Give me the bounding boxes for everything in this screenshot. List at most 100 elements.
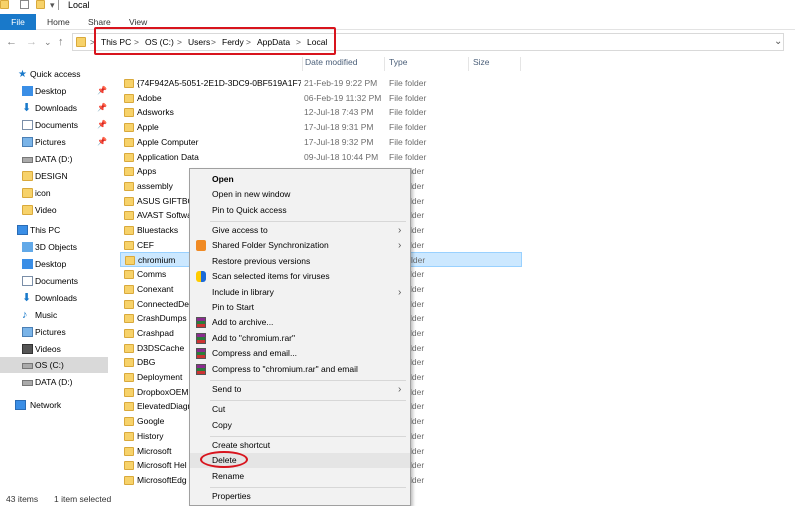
- menu-item-rename[interactable]: Rename: [190, 469, 410, 484]
- folder-icon: [124, 343, 134, 353]
- nav-videos[interactable]: Videos: [0, 341, 108, 357]
- menu-item-add-archive[interactable]: Add to archive...: [190, 315, 410, 330]
- nav-pictures-pc[interactable]: Pictures: [0, 324, 108, 340]
- file-row[interactable]: Apple 17-Jul-18 9:31 PM File folder: [120, 120, 522, 135]
- column-header-date[interactable]: Date modified: [305, 57, 357, 71]
- column-divider[interactable]: [520, 57, 521, 71]
- star-icon: ★: [18, 69, 27, 80]
- nav-documents[interactable]: Documents 📌: [0, 117, 108, 133]
- menu-item-compress-rar-email[interactable]: Compress to "chromium.rar" and email: [190, 362, 410, 377]
- column-header-size[interactable]: Size: [473, 57, 490, 71]
- file-type: lder: [410, 180, 425, 191]
- file-type: File folder: [389, 107, 427, 118]
- menu-label: Compress and email...: [212, 348, 298, 358]
- column-divider[interactable]: [468, 57, 469, 71]
- menu-item-cut[interactable]: Cut: [190, 402, 410, 417]
- folder-icon: [76, 37, 86, 47]
- nav-data-d[interactable]: DATA (D:): [0, 151, 108, 167]
- menu-item-open[interactable]: Open: [190, 172, 410, 187]
- back-arrow-icon[interactable]: ←: [6, 36, 17, 48]
- nav-label: Music: [35, 310, 58, 320]
- file-row[interactable]: {74F942A5-5051-2E1D-3DC9-0BF519A1F7... 21…: [120, 76, 522, 91]
- tab-file[interactable]: File: [0, 14, 36, 30]
- menu-item-include-library[interactable]: Include in library ›: [190, 285, 410, 300]
- up-arrow-icon[interactable]: ↑: [58, 36, 64, 48]
- menu-label: Rename: [212, 471, 245, 481]
- pin-icon[interactable]: 📌: [97, 117, 107, 133]
- menu-label: Open in new window: [212, 189, 291, 199]
- file-type: lder: [410, 372, 425, 382]
- nav-data-d-pc[interactable]: DATA (D:): [0, 374, 108, 390]
- nav-label: icon: [35, 188, 51, 198]
- nav-desktop-pc[interactable]: Desktop: [0, 256, 108, 272]
- menu-item-pin-quick-access[interactable]: Pin to Quick access: [190, 203, 410, 218]
- menu-item-scan-viruses[interactable]: Scan selected items for viruses: [190, 269, 410, 284]
- nav-documents-pc[interactable]: Documents: [0, 273, 108, 289]
- file-type: lder: [410, 460, 425, 471]
- menu-item-pin-start[interactable]: Pin to Start: [190, 300, 410, 315]
- menu-item-give-access[interactable]: Give access to ›: [190, 223, 410, 238]
- nav-this-pc[interactable]: This PC: [0, 222, 108, 238]
- nav-downloads[interactable]: ⬇ Downloads 📌: [0, 100, 108, 116]
- sync-icon: [196, 240, 206, 251]
- address-dropdown-icon[interactable]: ⌄: [774, 36, 782, 47]
- nav-icon-folder[interactable]: icon: [0, 185, 108, 201]
- new-folder-icon[interactable]: [36, 0, 45, 9]
- nav-downloads-pc[interactable]: ⬇ Downloads: [0, 290, 108, 306]
- file-type: lder: [410, 239, 425, 250]
- vertical-scrollbar[interactable]: [784, 57, 795, 494]
- menu-item-shared-folder-sync[interactable]: Shared Folder Synchronization ›: [190, 238, 410, 253]
- nav-3d-objects[interactable]: 3D Objects: [0, 239, 108, 255]
- file-row[interactable]: Adsworks 12-Jul-18 7:43 PM File folder: [120, 105, 522, 120]
- nav-label: 3D Objects: [35, 242, 78, 252]
- menu-label: Pin to Quick access: [212, 205, 287, 215]
- menu-label: Send to: [212, 384, 242, 394]
- winrar-icon: [196, 333, 206, 344]
- nav-quick-access[interactable]: ★ Quick access: [0, 66, 108, 82]
- menu-label: Give access to: [212, 225, 268, 235]
- file-type: lder: [410, 357, 425, 368]
- menu-label: Add to "chromium.rar": [212, 333, 296, 343]
- nav-label: Downloads: [35, 103, 78, 113]
- folder-icon: [0, 0, 9, 9]
- pin-icon[interactable]: 📌: [97, 134, 107, 150]
- menu-label: Compress to "chromium.rar" and email: [212, 364, 358, 374]
- menu-item-send-to[interactable]: Send to ›: [190, 382, 410, 397]
- nav-video-folder[interactable]: Video: [0, 202, 108, 218]
- nav-music[interactable]: ♪ Music: [0, 307, 108, 323]
- column-divider[interactable]: [302, 57, 303, 71]
- menu-item-properties[interactable]: Properties: [190, 489, 410, 504]
- quick-toolbar-dropdown-icon[interactable]: ▾: [50, 0, 55, 11]
- window-title: Local: [68, 0, 90, 10]
- file-row[interactable]: Apple Computer 17-Jul-18 9:32 PM File fold…: [120, 135, 522, 150]
- menu-item-open-new-window[interactable]: Open in new window: [190, 187, 410, 202]
- pin-icon[interactable]: 📌: [97, 100, 107, 116]
- nav-os-c[interactable]: OS (C:): [0, 357, 108, 373]
- submenu-arrow-icon: ›: [398, 240, 402, 251]
- recent-locations-icon[interactable]: ⌄: [44, 36, 52, 48]
- nav-pictures[interactable]: Pictures 📌: [0, 134, 108, 150]
- menu-item-compress-email[interactable]: Compress and email...: [190, 346, 410, 361]
- winrar-icon: [196, 348, 206, 359]
- nav-design[interactable]: DESIGN: [0, 168, 108, 184]
- music-note-icon: ♪: [22, 309, 28, 321]
- column-header-type[interactable]: Type: [389, 57, 407, 71]
- file-type: File folder: [389, 122, 427, 133]
- menu-item-copy[interactable]: Copy: [190, 418, 410, 433]
- properties-icon[interactable]: [20, 0, 29, 9]
- file-row[interactable]: Adobe 06-Feb-19 11:32 PM File folder: [120, 91, 522, 106]
- file-type: lder: [410, 313, 425, 324]
- nav-label: Quick access: [30, 69, 81, 79]
- folder-icon: [124, 358, 134, 368]
- file-row[interactable]: Application Data 09-Jul-18 10:44 PM File f…: [120, 150, 522, 165]
- forward-arrow-icon[interactable]: →: [26, 36, 37, 48]
- folder-icon: [124, 431, 134, 441]
- menu-item-restore-versions[interactable]: Restore previous versions: [190, 254, 410, 269]
- nav-label: Pictures: [35, 137, 66, 147]
- pin-icon[interactable]: 📌: [97, 83, 107, 99]
- nav-desktop[interactable]: Desktop 📌: [0, 83, 108, 99]
- menu-item-add-to-rar[interactable]: Add to "chromium.rar": [190, 331, 410, 346]
- nav-network[interactable]: Network: [0, 397, 108, 413]
- column-divider[interactable]: [384, 57, 385, 71]
- tab-home[interactable]: Home: [47, 14, 70, 30]
